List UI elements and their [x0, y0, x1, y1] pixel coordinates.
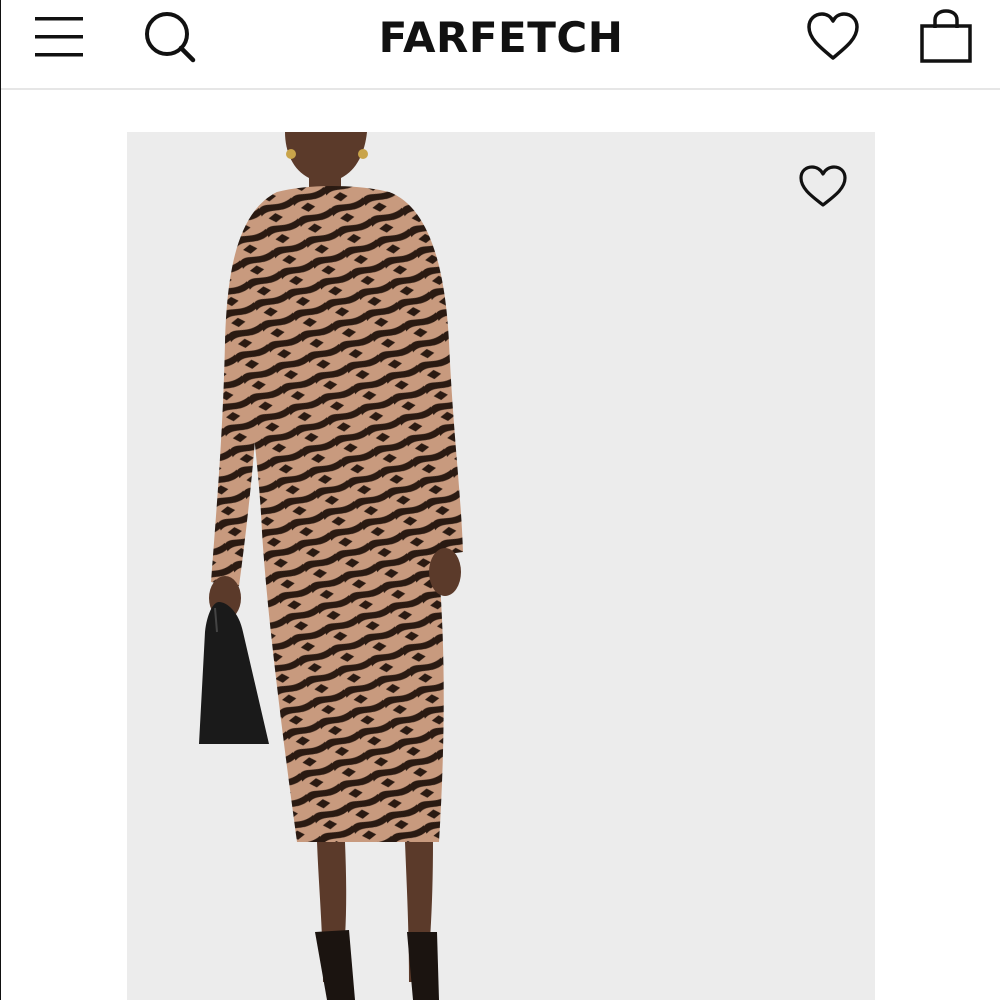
heart-icon	[799, 165, 847, 207]
product-wishlist-button[interactable]	[795, 162, 851, 212]
heart-icon	[807, 12, 859, 60]
product-photo	[127, 132, 875, 1000]
top-navigation-bar: FARFETCH	[1, 0, 1000, 90]
search-button[interactable]	[139, 6, 201, 68]
shopping-bag-icon	[920, 9, 972, 63]
wishlist-button[interactable]	[801, 8, 865, 66]
menu-icon	[35, 17, 83, 57]
menu-button[interactable]	[31, 10, 87, 64]
search-icon	[145, 12, 196, 63]
app-frame: FARFETCH	[0, 0, 1000, 1000]
product-image[interactable]	[127, 132, 875, 1000]
brand-logo[interactable]: FARFETCH	[301, 10, 701, 66]
shopping-bag-button[interactable]	[913, 6, 979, 68]
